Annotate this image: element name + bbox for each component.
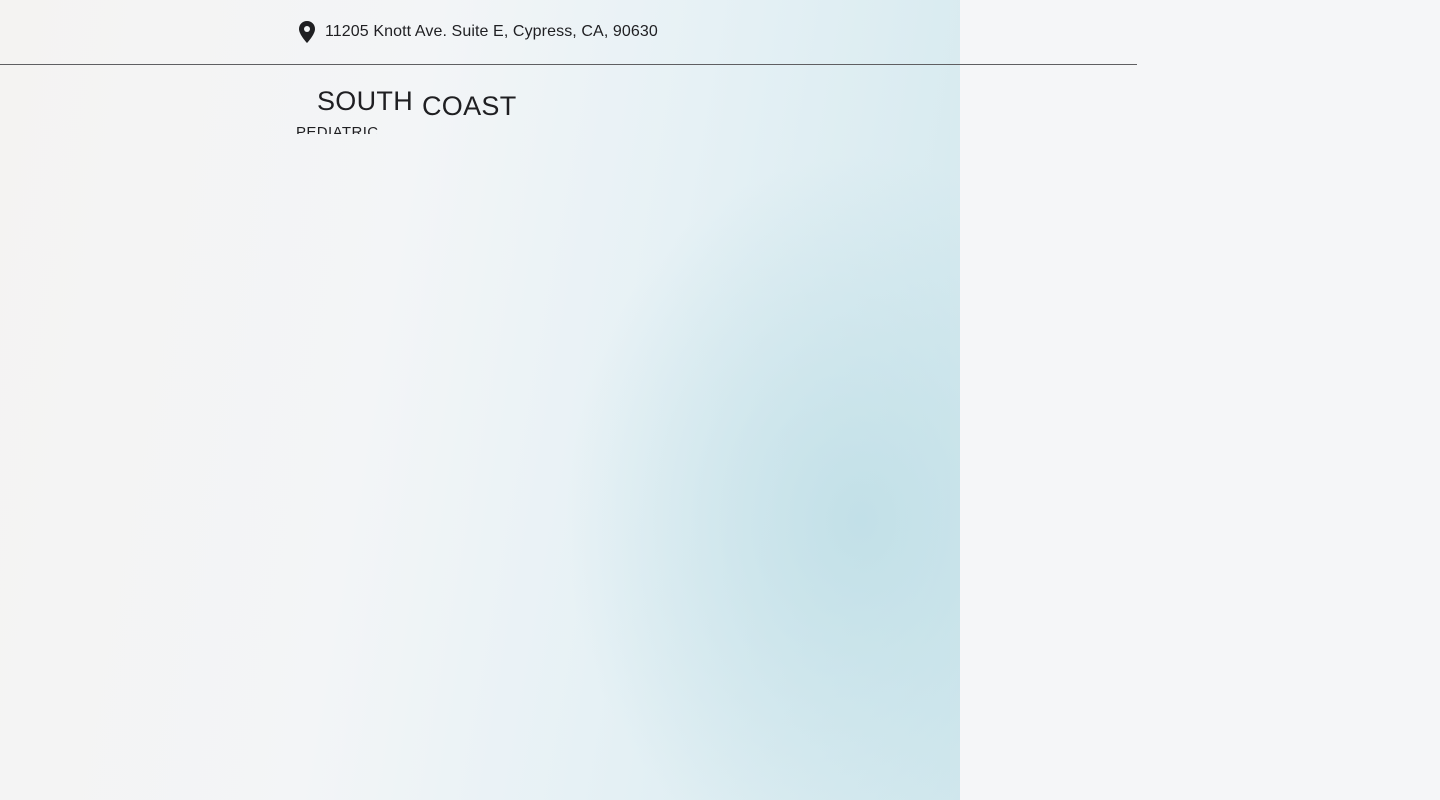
logo-subline: PEDIATRIC: [296, 124, 379, 134]
top-bar: 11205 Knott Ave. Suite E, Cypress, CA, 9…: [0, 0, 1137, 65]
address-text: 11205 Knott Ave. Suite E, Cypress, CA, 9…: [325, 23, 658, 40]
logo-word-coast: COAST: [422, 91, 517, 121]
address-link[interactable]: 11205 Knott Ave. Suite E, Cypress, CA, 9…: [298, 21, 658, 43]
site-logo[interactable]: SOUTH COAST PEDIATRIC: [296, 82, 536, 134]
logo-word-south: SOUTH: [317, 86, 413, 116]
map-pin-icon: [298, 21, 316, 43]
